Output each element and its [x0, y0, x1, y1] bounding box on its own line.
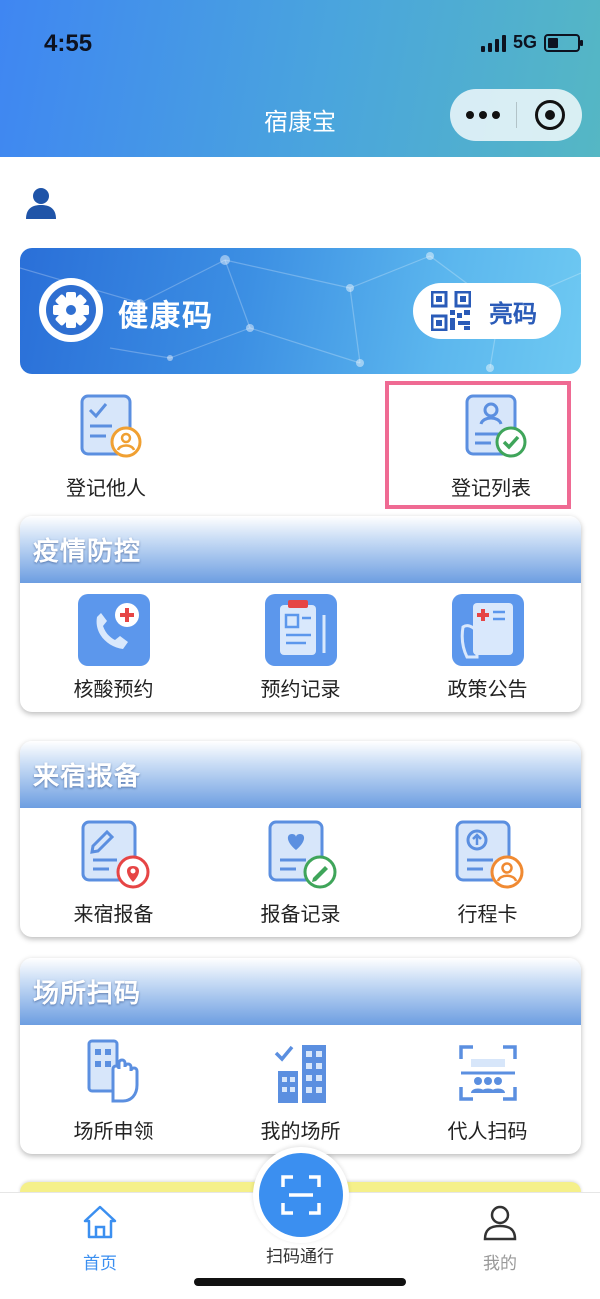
status-time: 4:55 — [44, 30, 93, 57]
signal-icon — [480, 34, 506, 52]
user-avatar-icon[interactable] — [24, 186, 58, 220]
my-venue-label: 我的场所 — [260, 1119, 341, 1143]
tab-mine[interactable]: 我的 — [440, 1203, 560, 1274]
section-venue-scan: 场所扫码 场所申领 我的场所 代人扫码 — [20, 958, 581, 1154]
appointment-record-label: 预约记录 — [260, 677, 341, 701]
target-icon — [534, 100, 565, 130]
scan-pass-button[interactable] — [253, 1147, 349, 1243]
phone-medical-icon — [77, 594, 150, 666]
itinerary-card-button[interactable]: 行程卡 — [394, 808, 581, 937]
section-title: 场所扫码 — [33, 979, 142, 1009]
show-code-button[interactable]: 亮码 — [413, 283, 561, 339]
appointment-record-button[interactable]: 预约记录 — [207, 583, 394, 712]
qr-code-icon — [431, 291, 471, 331]
battery-icon — [544, 33, 583, 52]
profile-icon — [483, 1205, 517, 1241]
report-record-label: 报备记录 — [260, 902, 341, 926]
itinerary-card-label: 行程卡 — [457, 902, 518, 926]
arrival-report-label: 来宿报备 — [73, 902, 154, 926]
nucleic-appointment-label: 核酸预约 — [73, 677, 154, 701]
report-record-icon — [268, 820, 336, 889]
policy-document-icon — [451, 594, 524, 666]
home-indicator — [194, 1278, 406, 1286]
report-record-button[interactable]: 报备记录 — [207, 808, 394, 937]
scan-icon — [281, 1175, 321, 1215]
show-code-label: 亮码 — [489, 299, 537, 328]
section-header: 疫情防控 — [20, 516, 581, 583]
tab-mine-label: 我的 — [483, 1254, 517, 1274]
report-location-icon — [81, 820, 149, 889]
arrival-report-button[interactable]: 来宿报备 — [20, 808, 207, 937]
my-venue-icon — [274, 1045, 326, 1103]
more-menu-button[interactable] — [450, 89, 516, 141]
network-type: 5G — [512, 32, 537, 52]
proxy-scan-button[interactable]: 代人扫码 — [394, 1025, 581, 1154]
proxy-scan-icon — [458, 1045, 517, 1101]
close-miniprogram-button[interactable] — [517, 89, 582, 141]
register-others-button[interactable]: 登记他人 — [56, 394, 156, 501]
register-others-label: 登记他人 — [66, 476, 146, 500]
policy-announcement-button[interactable]: 政策公告 — [394, 583, 581, 712]
policy-announcement-label: 政策公告 — [447, 677, 528, 701]
health-cross-icon — [39, 278, 103, 342]
venue-apply-button[interactable]: 场所申领 — [20, 1025, 207, 1154]
my-venue-button[interactable]: 我的场所 — [207, 1025, 394, 1154]
health-code-banner[interactable]: 健康码 亮码 — [20, 248, 581, 374]
section-epidemic-control: 疫情防控 核酸预约 预约记录 政策公告 — [20, 516, 581, 712]
section-title: 疫情防控 — [33, 537, 142, 567]
status-indicators: 5G — [480, 32, 583, 53]
section-title: 来宿报备 — [33, 762, 142, 792]
highlight-box — [385, 381, 571, 509]
clipboard-record-icon — [264, 594, 337, 666]
miniprogram-capsule — [450, 89, 582, 141]
app-header: 4:55 5G 宿康宝 — [0, 0, 600, 157]
section-header: 场所扫码 — [20, 958, 581, 1025]
section-header: 来宿报备 — [20, 741, 581, 808]
tab-home-label: 首页 — [83, 1254, 117, 1274]
proxy-scan-label: 代人扫码 — [447, 1119, 528, 1143]
tab-home[interactable]: 首页 — [40, 1203, 160, 1274]
itinerary-card-icon — [455, 820, 523, 889]
section-arrival-report: 来宿报备 来宿报备 报备记录 行程卡 — [20, 741, 581, 937]
venue-apply-label: 场所申领 — [73, 1119, 154, 1143]
scan-pass-label: 扫码通行 — [266, 1247, 334, 1267]
home-icon — [83, 1205, 117, 1239]
venue-apply-icon — [87, 1039, 138, 1103]
register-others-icon — [80, 394, 142, 458]
nucleic-appointment-button[interactable]: 核酸预约 — [20, 583, 207, 712]
health-code-title: 健康码 — [118, 299, 214, 334]
